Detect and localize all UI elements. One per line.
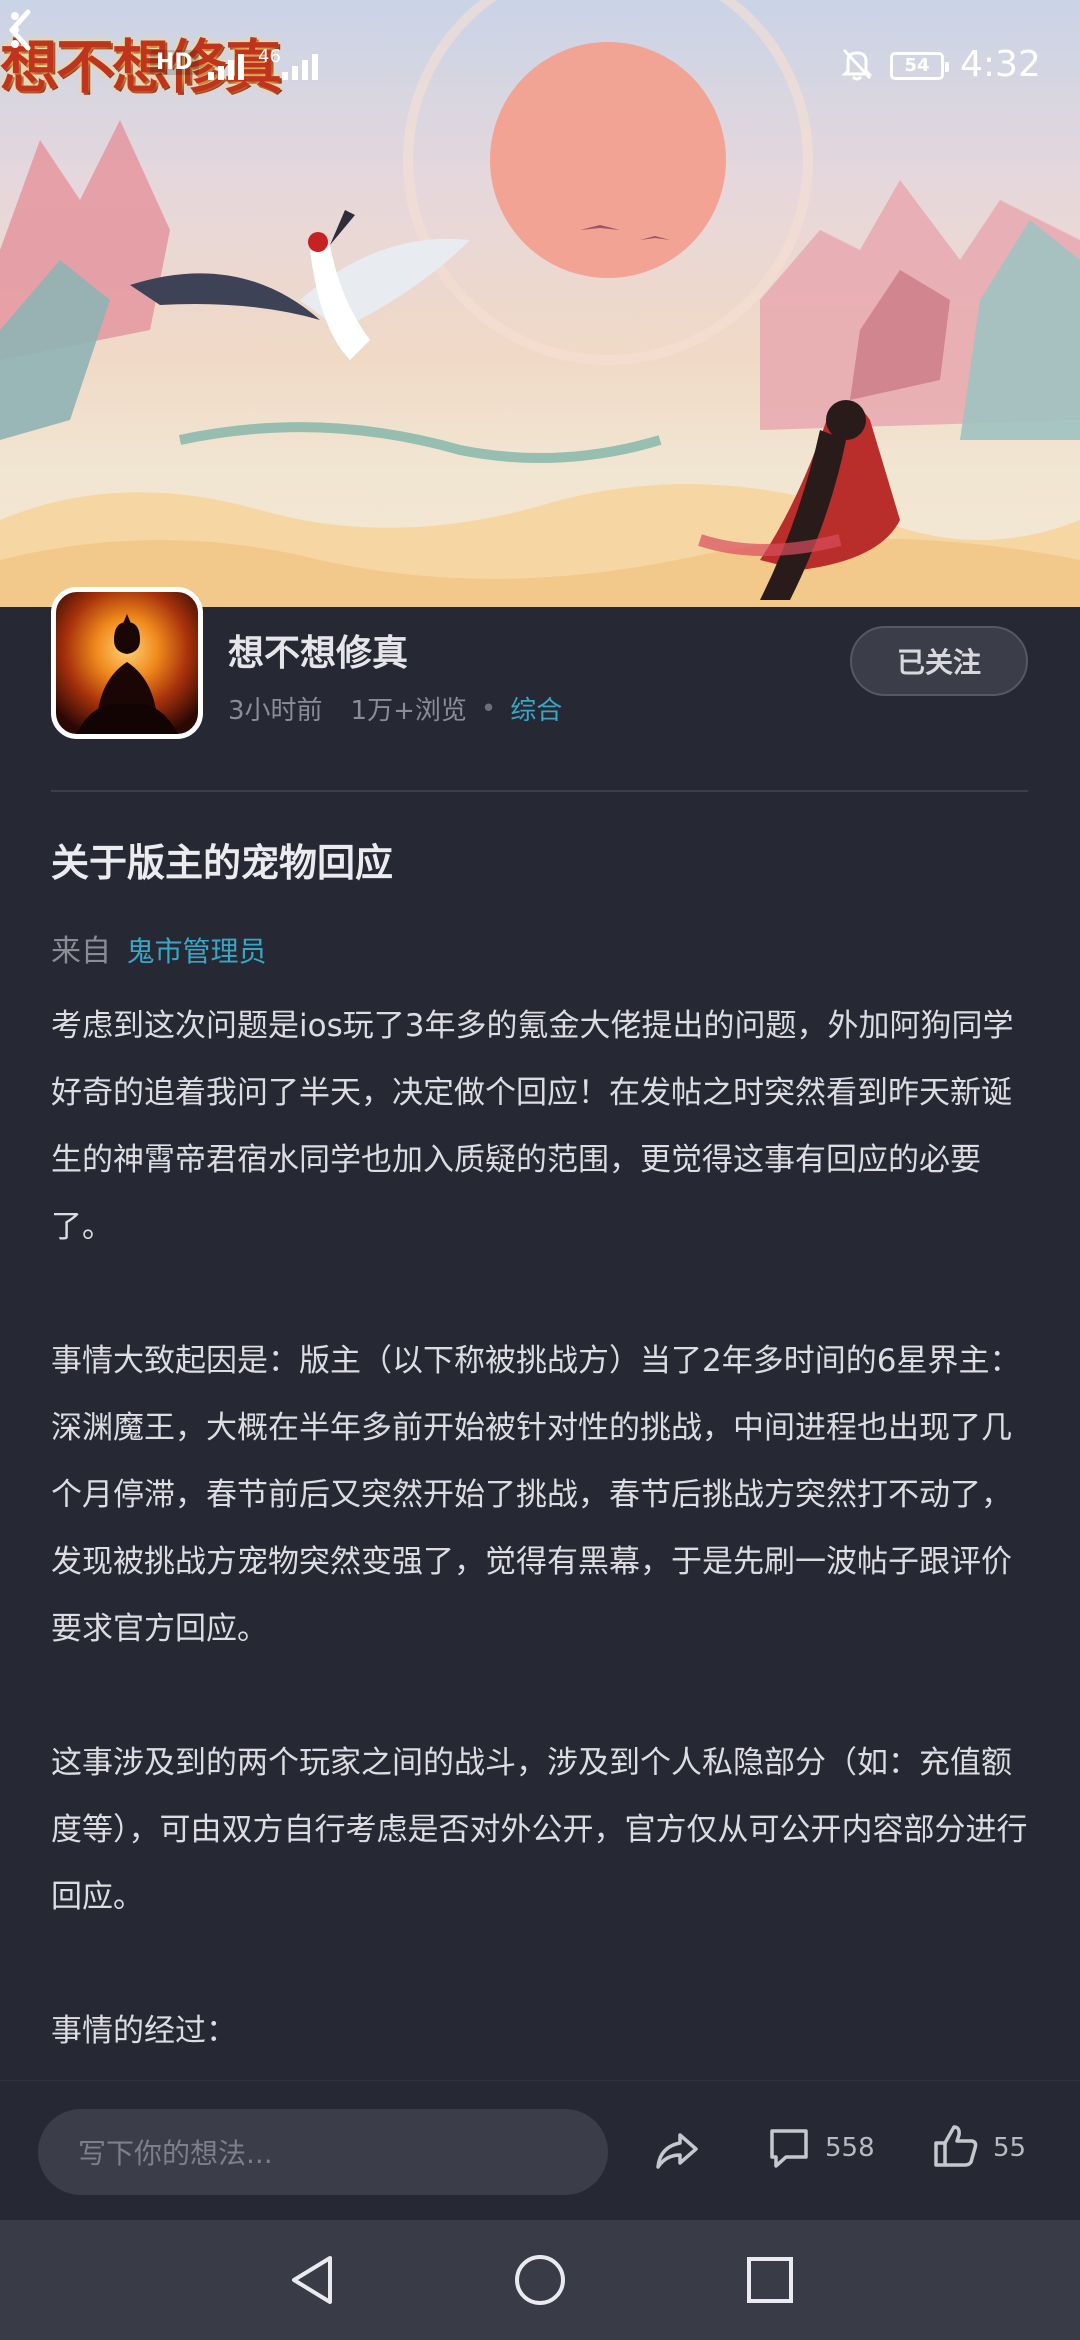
comment-count: 558 xyxy=(825,2133,875,2163)
paragraph: 这事涉及到的两个玩家之间的战斗，涉及到个人私隐部分（如：充值额度等），可由双方自… xyxy=(51,1745,1028,1915)
nav-home-icon[interactable] xyxy=(512,2252,568,2308)
more-vertical-icon[interactable] xyxy=(0,0,30,60)
author-name[interactable]: 想不想修真 xyxy=(228,624,408,676)
battery-indicator: 54 xyxy=(890,52,949,80)
nav-back-icon[interactable] xyxy=(284,2250,340,2310)
author-avatar[interactable] xyxy=(51,587,203,739)
paragraph: 事情的经过： xyxy=(51,2013,237,2049)
network-type: 46 xyxy=(258,46,281,67)
post-body: 考虑到这次问题是ios玩了3年多的氪金大佬提出的问题，外加阿狗同学好奇的追着我问… xyxy=(51,993,1036,2065)
like-count: 55 xyxy=(993,2133,1027,2163)
thumbs-up-icon[interactable] xyxy=(932,2121,980,2171)
post-source: 来自 鬼市管理员 xyxy=(51,926,267,970)
paragraph: 考虑到这次问题是ios玩了3年多的氪金大佬提出的问题，外加阿狗同学好奇的追着我问… xyxy=(51,1008,1014,1245)
post-time: 3小时前 xyxy=(228,696,323,726)
post-category[interactable]: 综合 xyxy=(510,690,562,727)
view-count: 1万+浏览 xyxy=(350,696,467,726)
signal-icon-2 xyxy=(282,50,318,80)
bell-off-icon xyxy=(841,48,873,81)
status-bar: 想不想修真 HD 46 54 4:32 xyxy=(0,0,1080,130)
comment-input[interactable]: 写下你的想法... xyxy=(38,2109,608,2195)
source-link[interactable]: 鬼市管理员 xyxy=(127,935,267,968)
meta-separator: • xyxy=(480,693,497,724)
comment-action-bar: 写下你的想法... 558 55 xyxy=(0,2080,1080,2220)
nav-recent-apps-icon[interactable] xyxy=(744,2254,796,2306)
follow-button[interactable]: 已关注 xyxy=(850,626,1028,696)
signal-icon xyxy=(208,50,244,80)
share-icon[interactable] xyxy=(652,2125,702,2175)
system-navigation-bar xyxy=(0,2220,1080,2340)
hd-badge: HD xyxy=(150,50,199,75)
post-title: 关于版主的宠物回应 xyxy=(51,841,394,885)
status-time: 4:32 xyxy=(960,44,1041,85)
divider xyxy=(51,790,1028,792)
post-meta: 3小时前 1万+浏览 • 综合 xyxy=(228,690,562,727)
comment-icon[interactable] xyxy=(766,2125,812,2171)
paragraph: 事情大致起因是：版主（以下称被挑战方）当了2年多时间的6星界主：深渊魔王，大概在… xyxy=(51,1343,1021,1647)
source-prefix: 来自 xyxy=(51,934,111,969)
post-banner-image: 想不想修真 HD 46 54 4:32 xyxy=(0,0,1080,607)
